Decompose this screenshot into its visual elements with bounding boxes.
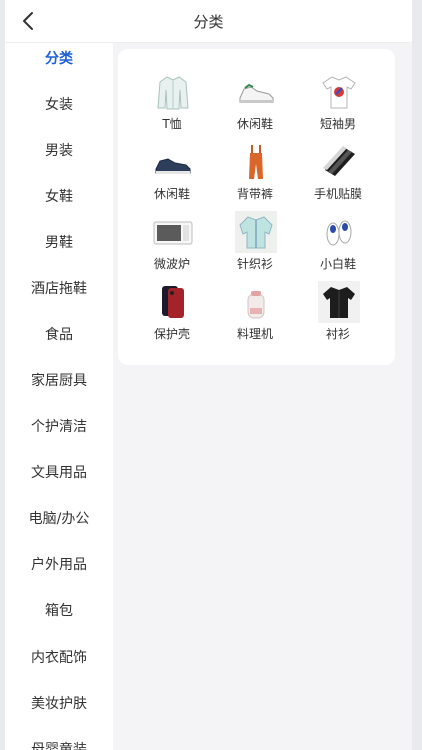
sidebar-item-personal-care[interactable]: 个护清洁 bbox=[5, 412, 113, 442]
phone-case-icon bbox=[152, 281, 194, 323]
sidebar-item-stationery[interactable]: 文具用品 bbox=[5, 458, 113, 488]
white-shoes-icon bbox=[318, 211, 360, 253]
screen-protector-icon bbox=[318, 141, 360, 183]
microwave-icon bbox=[152, 211, 194, 253]
product-label: 手机贴膜 bbox=[313, 187, 362, 201]
white-sneaker-icon bbox=[235, 71, 277, 113]
product-label: 短袖男 bbox=[319, 117, 356, 131]
product-label: 针织衫 bbox=[236, 257, 273, 271]
sidebar-item-underwear[interactable]: 内衣配饰 bbox=[5, 643, 113, 673]
sidebar-item-computer-office[interactable]: 电脑/办公 bbox=[5, 504, 113, 534]
product-label: 料理机 bbox=[236, 327, 273, 341]
graphic-tshirt-icon bbox=[318, 71, 360, 113]
product-item[interactable]: 短袖男 bbox=[298, 71, 378, 137]
sidebar-item-baby[interactable]: 母婴童装 bbox=[5, 735, 113, 750]
navy-sneaker-icon bbox=[152, 141, 194, 183]
product-item[interactable]: 料理机 bbox=[215, 281, 295, 347]
product-item[interactable]: 休闲鞋 bbox=[215, 71, 295, 137]
sidebar-item-womens-clothing[interactable]: 女装 bbox=[5, 90, 113, 120]
product-item[interactable]: 保护壳 bbox=[132, 281, 212, 347]
cardigan-icon bbox=[235, 211, 277, 253]
product-label: 微波炉 bbox=[153, 257, 190, 271]
sidebar-item-outdoor[interactable]: 户外用品 bbox=[5, 550, 113, 580]
product-item[interactable]: 手机贴膜 bbox=[298, 141, 378, 207]
category-sidebar: 分类 女装 男装 女鞋 男鞋 酒店拖鞋 食品 家居厨具 个护清洁 文具用品 电脑… bbox=[5, 43, 113, 750]
sidebar-item-womens-shoes[interactable]: 女鞋 bbox=[5, 182, 113, 212]
app-screen: 分类 分类 女装 男装 女鞋 男鞋 酒店拖鞋 食品 家居厨具 个护清洁 文具用品… bbox=[5, 0, 412, 750]
sidebar-item-mens-shoes[interactable]: 男鞋 bbox=[5, 228, 113, 258]
sidebar-item-home-kitchen[interactable]: 家居厨具 bbox=[5, 366, 113, 396]
product-item[interactable]: T恤 bbox=[132, 71, 212, 137]
long-shirt-icon bbox=[152, 71, 194, 113]
product-item[interactable]: 微波炉 bbox=[132, 211, 212, 277]
sidebar-item-bags[interactable]: 箱包 bbox=[5, 596, 113, 626]
sidebar-item-food[interactable]: 食品 bbox=[5, 320, 113, 350]
product-label: 休闲鞋 bbox=[153, 187, 190, 201]
product-label: 保护壳 bbox=[153, 327, 190, 341]
product-item[interactable]: 背带裤 bbox=[215, 141, 295, 207]
sidebar-item-mens-clothing[interactable]: 男装 bbox=[5, 136, 113, 166]
product-label: 休闲鞋 bbox=[236, 117, 273, 131]
top-bar: 分类 bbox=[5, 0, 412, 43]
sidebar-item-hotel-slippers[interactable]: 酒店拖鞋 bbox=[5, 274, 113, 304]
black-shirt-icon bbox=[318, 281, 360, 323]
product-label: T恤 bbox=[162, 117, 182, 131]
product-item[interactable]: 休闲鞋 bbox=[132, 141, 212, 207]
product-item[interactable]: 小白鞋 bbox=[298, 211, 378, 277]
sidebar-item-beauty[interactable]: 美妆护肤 bbox=[5, 689, 113, 719]
product-label: 小白鞋 bbox=[319, 257, 356, 271]
product-item[interactable]: 针织衫 bbox=[215, 211, 295, 277]
product-item[interactable]: 衬衫 bbox=[298, 281, 378, 347]
product-label: 背带裤 bbox=[236, 187, 273, 201]
overalls-icon bbox=[235, 141, 277, 183]
category-content: T恤 休闲鞋 短袖男 休闲鞋 背带裤 手机贴膜 微波炉 针织衫 小白鞋 保护壳 … bbox=[113, 43, 412, 750]
product-grid-card: T恤 休闲鞋 短袖男 休闲鞋 背带裤 手机贴膜 微波炉 针织衫 小白鞋 保护壳 … bbox=[118, 49, 395, 365]
product-label: 衬衫 bbox=[325, 327, 350, 341]
sidebar-item-category[interactable]: 分类 bbox=[5, 44, 113, 74]
page-title: 分类 bbox=[193, 13, 224, 31]
blender-icon bbox=[235, 281, 277, 323]
